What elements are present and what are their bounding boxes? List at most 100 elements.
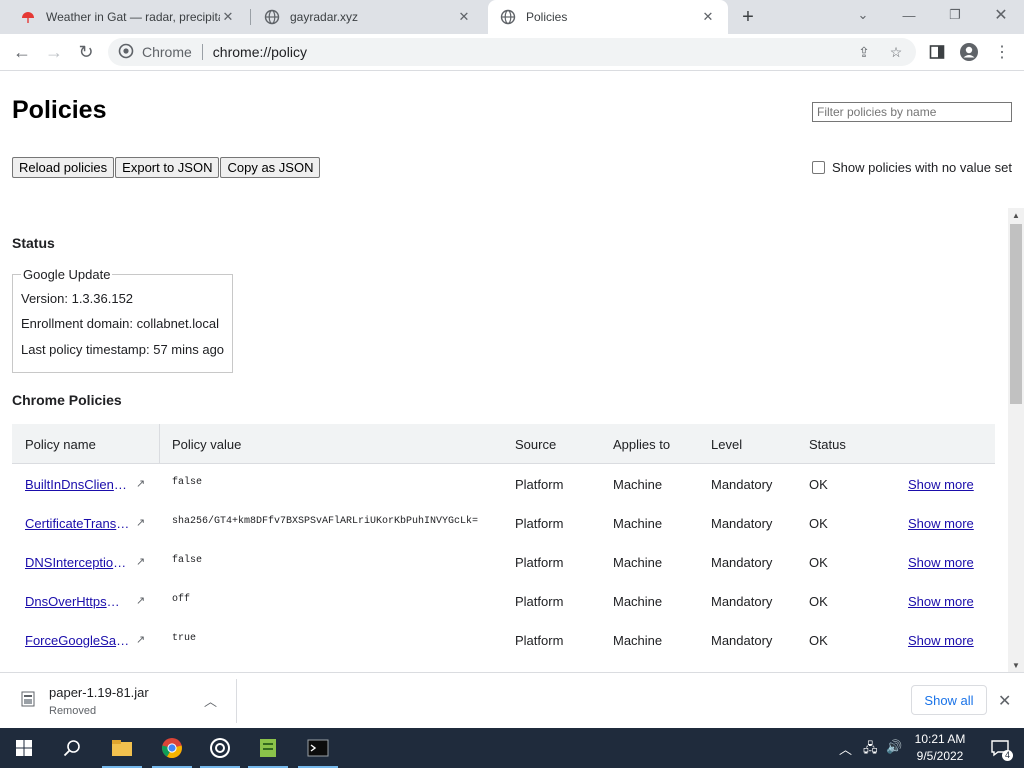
policy-name-link[interactable]: DNSInterception...	[25, 555, 130, 570]
version-text: Version: 1.3.36.152	[21, 291, 134, 306]
status-heading: Status	[12, 235, 55, 251]
terminal-icon[interactable]	[294, 728, 342, 768]
omnibox-divider	[201, 44, 203, 60]
show-more-link[interactable]: Show more	[908, 477, 974, 492]
policy-value: true	[172, 633, 197, 644]
volume-icon[interactable]: 🔊	[886, 739, 902, 755]
scrollbar-thumb[interactable]	[1010, 224, 1022, 404]
reload-icon[interactable]: ↻	[72, 38, 100, 66]
forward-icon[interactable]: →	[40, 38, 68, 66]
notepad-plus-icon[interactable]	[244, 728, 292, 768]
start-windows-icon[interactable]	[0, 728, 48, 768]
policy-name-link[interactable]: DnsOverHttpsMo...	[25, 594, 130, 609]
policy-level: Mandatory	[711, 516, 773, 531]
policy-name-link[interactable]: CertificateTransp...	[25, 516, 130, 531]
url-text[interactable]: chrome://policy	[213, 44, 307, 60]
weather-favicon-icon	[20, 9, 36, 25]
notification-count-badge: 4	[1002, 750, 1014, 761]
tab-strip: Weather in Gat — radar, precipitation ✕ …	[0, 0, 1024, 34]
notification-center-icon[interactable]: 4	[976, 728, 1024, 768]
external-link-icon[interactable]: ↗	[136, 555, 145, 568]
share-icon[interactable]: ⇪	[856, 44, 872, 60]
close-window-icon[interactable]: ✕	[978, 0, 1024, 30]
policy-source: Platform	[515, 594, 564, 609]
show-more-link[interactable]: Show more	[908, 555, 974, 570]
policy-status: OK	[809, 633, 828, 648]
tray-chevron-up-icon[interactable]: ︿	[839, 739, 852, 758]
page-title: Policies	[12, 96, 107, 124]
minimize-icon[interactable]: —	[886, 0, 932, 30]
tab-policies[interactable]: Policies ✕	[488, 0, 728, 34]
close-tab-icon[interactable]: ✕	[220, 9, 236, 25]
close-tab-icon[interactable]: ✕	[700, 9, 716, 25]
side-panel-icon[interactable]	[927, 42, 947, 62]
external-link-icon[interactable]: ↗	[136, 516, 145, 529]
address-bar[interactable]: Chrome chrome://policy ⇪ ☆	[108, 38, 916, 66]
taskbar-clock[interactable]: 10:21 AM 9/5/2022	[908, 731, 972, 765]
close-tab-icon[interactable]: ✕	[456, 9, 472, 25]
export-json-button[interactable]: Export to JSON	[115, 157, 220, 178]
policy-level: Mandatory	[711, 477, 773, 492]
scroll-down-arrow-icon[interactable]: ▼	[1008, 658, 1024, 672]
policy-applies-to: Machine	[613, 477, 663, 492]
policy-value: sha256/GT4+km8DFfv7BXSPSvAFlARLriUKorKbP…	[172, 516, 479, 527]
policy-name-link[interactable]: BuiltInDnsClientE...	[25, 477, 130, 492]
reload-policies-button[interactable]: Reload policies	[12, 157, 115, 178]
download-filename[interactable]: paper-1.19-81.jar	[49, 685, 149, 700]
download-shelf: paper-1.19-81.jar Removed ︿ Show all ✕	[0, 672, 1024, 728]
close-download-shelf-icon[interactable]: ✕	[998, 691, 1011, 711]
policy-level: Mandatory	[711, 633, 773, 648]
policy-page: Policies Reload policies Export to JSON …	[0, 72, 1024, 672]
new-tab-button[interactable]: +	[736, 5, 760, 29]
external-link-icon[interactable]: ↗	[136, 477, 145, 490]
network-icon[interactable]: 🖧	[863, 739, 878, 761]
filter-policies-input[interactable]	[812, 102, 1012, 122]
policy-level: Mandatory	[711, 594, 773, 609]
menu-kebab-icon[interactable]: ⋮	[992, 42, 1012, 62]
show-no-value-toggle[interactable]: Show policies with no value set	[812, 160, 1012, 175]
policy-level: Mandatory	[711, 555, 773, 570]
enrollment-domain-text: Enrollment domain: collabnet.local	[21, 316, 219, 331]
show-more-link[interactable]: Show more	[908, 516, 974, 531]
file-explorer-icon[interactable]	[98, 728, 146, 768]
tab-search-icon[interactable]: ⌄	[840, 0, 886, 30]
page-scrollbar[interactable]: ▲ ▼	[1008, 208, 1024, 672]
show-no-value-checkbox[interactable]	[812, 161, 825, 174]
policy-value: false	[172, 477, 203, 488]
policy-applies-to: Machine	[613, 633, 663, 648]
scroll-up-arrow-icon[interactable]: ▲	[1008, 208, 1024, 222]
tab-title: Policies	[526, 10, 568, 24]
copy-json-button[interactable]: Copy as JSON	[220, 157, 321, 178]
external-link-icon[interactable]: ↗	[136, 594, 145, 607]
chrome-policies-heading: Chrome Policies	[12, 392, 122, 408]
policy-table: Policy name Policy value Source Applies …	[12, 424, 995, 659]
policy-value: false	[172, 555, 203, 566]
tab-gayradar[interactable]: gayradar.xyz ✕	[252, 0, 484, 34]
chrome-site-icon[interactable]	[118, 43, 134, 62]
restore-icon[interactable]: ❐	[932, 0, 978, 30]
column-header: Source	[515, 437, 557, 452]
policy-status: OK	[809, 594, 828, 609]
policy-applies-to: Machine	[613, 555, 663, 570]
tab-weather[interactable]: Weather in Gat — radar, precipitation ✕	[8, 0, 248, 34]
tab-title: gayradar.xyz	[290, 10, 359, 24]
profile-avatar-icon[interactable]	[959, 42, 979, 62]
policy-name-link[interactable]: ForceGoogleSafe...	[25, 633, 130, 648]
show-all-downloads-button[interactable]: Show all	[911, 685, 987, 715]
tab-title: Weather in Gat — radar, precipitation	[46, 10, 220, 24]
external-link-icon[interactable]: ↗	[136, 633, 145, 646]
show-more-link[interactable]: Show more	[908, 594, 974, 609]
clock-time: 10:21 AM	[914, 732, 966, 746]
column-header: Applies to	[613, 437, 671, 452]
bookmark-star-icon[interactable]: ☆	[888, 44, 904, 60]
show-more-link[interactable]: Show more	[908, 633, 974, 648]
chrome-taskbar-icon[interactable]	[148, 728, 196, 768]
back-icon[interactable]: ←	[8, 38, 36, 66]
obs-icon[interactable]	[196, 728, 244, 768]
search-icon[interactable]	[48, 728, 96, 768]
table-row: DnsOverHttpsMo... ↗ off Platform Machine…	[12, 581, 995, 620]
clock-date: 9/5/2022	[916, 749, 964, 763]
chevron-up-icon[interactable]: ︿	[204, 691, 217, 710]
action-buttons: Reload policies Export to JSON Copy as J…	[12, 157, 321, 178]
windows-taskbar: ︿ 🖧 🔊 10:21 AM 9/5/2022 4	[0, 728, 1024, 768]
